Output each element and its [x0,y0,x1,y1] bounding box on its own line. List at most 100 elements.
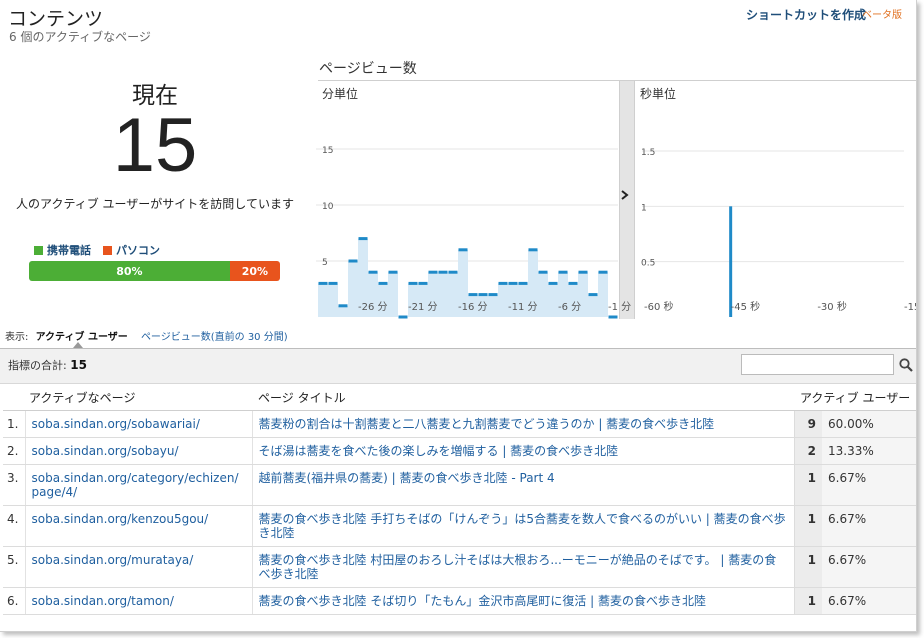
bar-cap [338,304,348,308]
column-header-page[interactable]: アクティブなページ [3,385,252,411]
legend-item-mobile: 携帯電話 [34,242,91,258]
bar-fill [348,261,358,317]
bar-fill [388,272,398,317]
row-percentage: 6.67% [822,587,916,615]
pageviews-chart-area: 分単位 秒単位 15 10 5 -26 分 -21 分 -16 分 -11 分 -6 分 -1 … [316,80,917,319]
bar-fill [328,283,338,317]
bar-cap [588,293,598,297]
bar-fill [488,294,498,317]
row-page-link[interactable]: soba.sindan.org/sobawariai/ [25,410,253,438]
bar-fill [598,272,608,317]
active-pages-table: アクティブなページ ページ タイトル アクティブ ユーザー 1. soba.sin… [3,385,916,615]
bar-fill [548,283,558,317]
create-shortcut-link[interactable]: ショートカットを作成 [746,6,866,23]
legend-swatch-desktop [103,245,112,255]
x-tick-label: -26 分 [358,301,388,313]
x-tick-label: -16 分 [458,301,488,313]
pageviews-title: ページビュー数 [319,61,417,77]
bar-fill [538,272,548,317]
row-index: 2. [3,437,26,465]
row-index: 1. [3,410,26,438]
bar-cap [498,281,508,285]
view-switch-prefix: 表示: [5,332,29,343]
y-tick-label: 5 [322,258,328,268]
bar-cap [568,281,578,285]
bar-cap [428,270,438,274]
row-title-link[interactable]: 蕎麦の食べ歩き北陸 手打ちそばの「けんぞう」は5合蕎麦を数人で食べるのがいい |… [252,505,794,547]
column-header-title[interactable]: ページ タイトル [252,385,794,411]
row-active-users: 1 [793,464,822,506]
bar-cap [378,281,388,285]
ratio-segment-desktop: 20% [229,261,280,281]
bar-fill [438,272,448,317]
row-title-link[interactable]: 蕎麦粉の割合は十割蕎麦と二八蕎麦と九割蕎麦でどう違うのか | 蕎麦の食べ歩き北陸 [252,410,794,438]
row-title-link[interactable]: 越前蕎麦(福井県の蕎麦) | 蕎麦の食べ歩き北陸 - Part 4 [252,464,794,506]
x-tick-label: -60 秒 [644,300,674,313]
x-tick-label: -6 分 [558,301,581,313]
bar-cap [438,270,448,274]
y-tick-label: 10 [322,202,334,212]
legend-label-mobile: 携帯電話 [47,244,91,257]
page-subtitle: 6 個のアクティブなページ [9,30,151,44]
bar-cap [408,281,418,285]
search-icon[interactable] [895,354,916,375]
table-row: 4. soba.sindan.org/kenzou5gou/蕎麦の食べ歩き北陸 手… [3,505,916,547]
row-active-users: 2 [793,437,822,465]
bar-cap [508,281,518,285]
bar-cap [488,293,498,297]
bar-cap [368,270,378,274]
row-percentage: 6.67% [822,546,916,588]
row-page-link[interactable]: soba.sindan.org/tamon/ [25,587,253,615]
bar-fill [338,305,348,317]
row-page-link[interactable]: soba.sindan.org/murataya/ [25,546,253,588]
bar-cap [578,270,588,274]
chevron-right-icon[interactable] [621,189,629,203]
bar-cap [478,293,488,297]
row-percentage: 6.67% [822,505,916,547]
view-pageviews-link[interactable]: ページビュー数(直前の 30 分間) [141,332,288,343]
row-percentage: 6.67% [822,464,916,506]
row-title-link[interactable]: そば湯は蕎麦を食べた後の楽しみを増幅する | 蕎麦の食べ歩き北陸 [252,437,794,465]
column-header-active-users[interactable]: アクティブ ユーザー [794,385,916,411]
bar-cap [528,248,538,252]
legend-item-desktop: パソコン [103,242,160,258]
row-percentage: 13.33% [822,437,916,465]
x-tick-label: -45 秒 [731,300,761,313]
legend-swatch-mobile [34,245,43,255]
x-tick-label: -30 秒 [817,300,847,313]
x-tick-label: -11 分 [508,301,538,313]
ratio-segment-mobile: 80% [29,261,230,281]
x-tick-label: -15 秒 [904,300,917,313]
table-search-input[interactable] [741,354,894,375]
row-active-users: 9 [793,410,822,438]
y-tick-label: 15 [322,146,333,156]
metric-total: 指標の合計: 15 [8,357,87,373]
row-page-link[interactable]: soba.sindan.org/kenzou5gou/ [25,505,253,547]
table-header-row: アクティブなページ ページ タイトル アクティブ ユーザー [3,385,916,411]
metric-total-label: 指標の合計: [8,359,67,372]
row-page-link[interactable]: soba.sindan.org/category/echizen/page/4/ [25,464,253,506]
row-active-users: 1 [793,546,822,588]
bar [729,206,733,317]
bar-cap [358,237,368,241]
x-tick-label: -1 分 [608,301,631,313]
per-minute-chart: 15 10 5 -26 分 -21 分 -16 分 -11 分 -6 分 -1 分 [316,146,631,319]
table-row: 5. soba.sindan.org/murataya/蕎麦の食べ歩き北陸 村田屋… [3,546,916,588]
row-active-users: 1 [793,587,822,615]
y-tick-label: 0.5 [641,259,655,269]
row-title-link[interactable]: 蕎麦の食べ歩き北陸 村田屋のおろし汁そばは大根おろ...ーモニーが絶品のそばです… [252,546,794,588]
bar-fill [318,283,328,317]
bar-cap [558,270,568,274]
bar-cap [458,248,468,252]
table-row: 3. soba.sindan.org/category/echizen/page/… [3,464,916,506]
y-tick-label: 1.5 [641,148,655,158]
row-page-link[interactable]: soba.sindan.org/sobayu/ [25,437,253,465]
bar-fill [448,272,458,317]
beta-badge: ベータ版 [862,10,902,21]
row-index: 5. [3,546,26,588]
row-title-link[interactable]: 蕎麦の食べ歩き北陸 そば切り「たもん」金沢市高尾町に復活 | 蕎麦の食べ歩き北陸 [252,587,794,615]
metric-total-value: 15 [70,358,87,372]
active-user-count: 15 [112,103,198,188]
bar-cap [468,293,478,297]
row-index: 4. [3,505,26,547]
